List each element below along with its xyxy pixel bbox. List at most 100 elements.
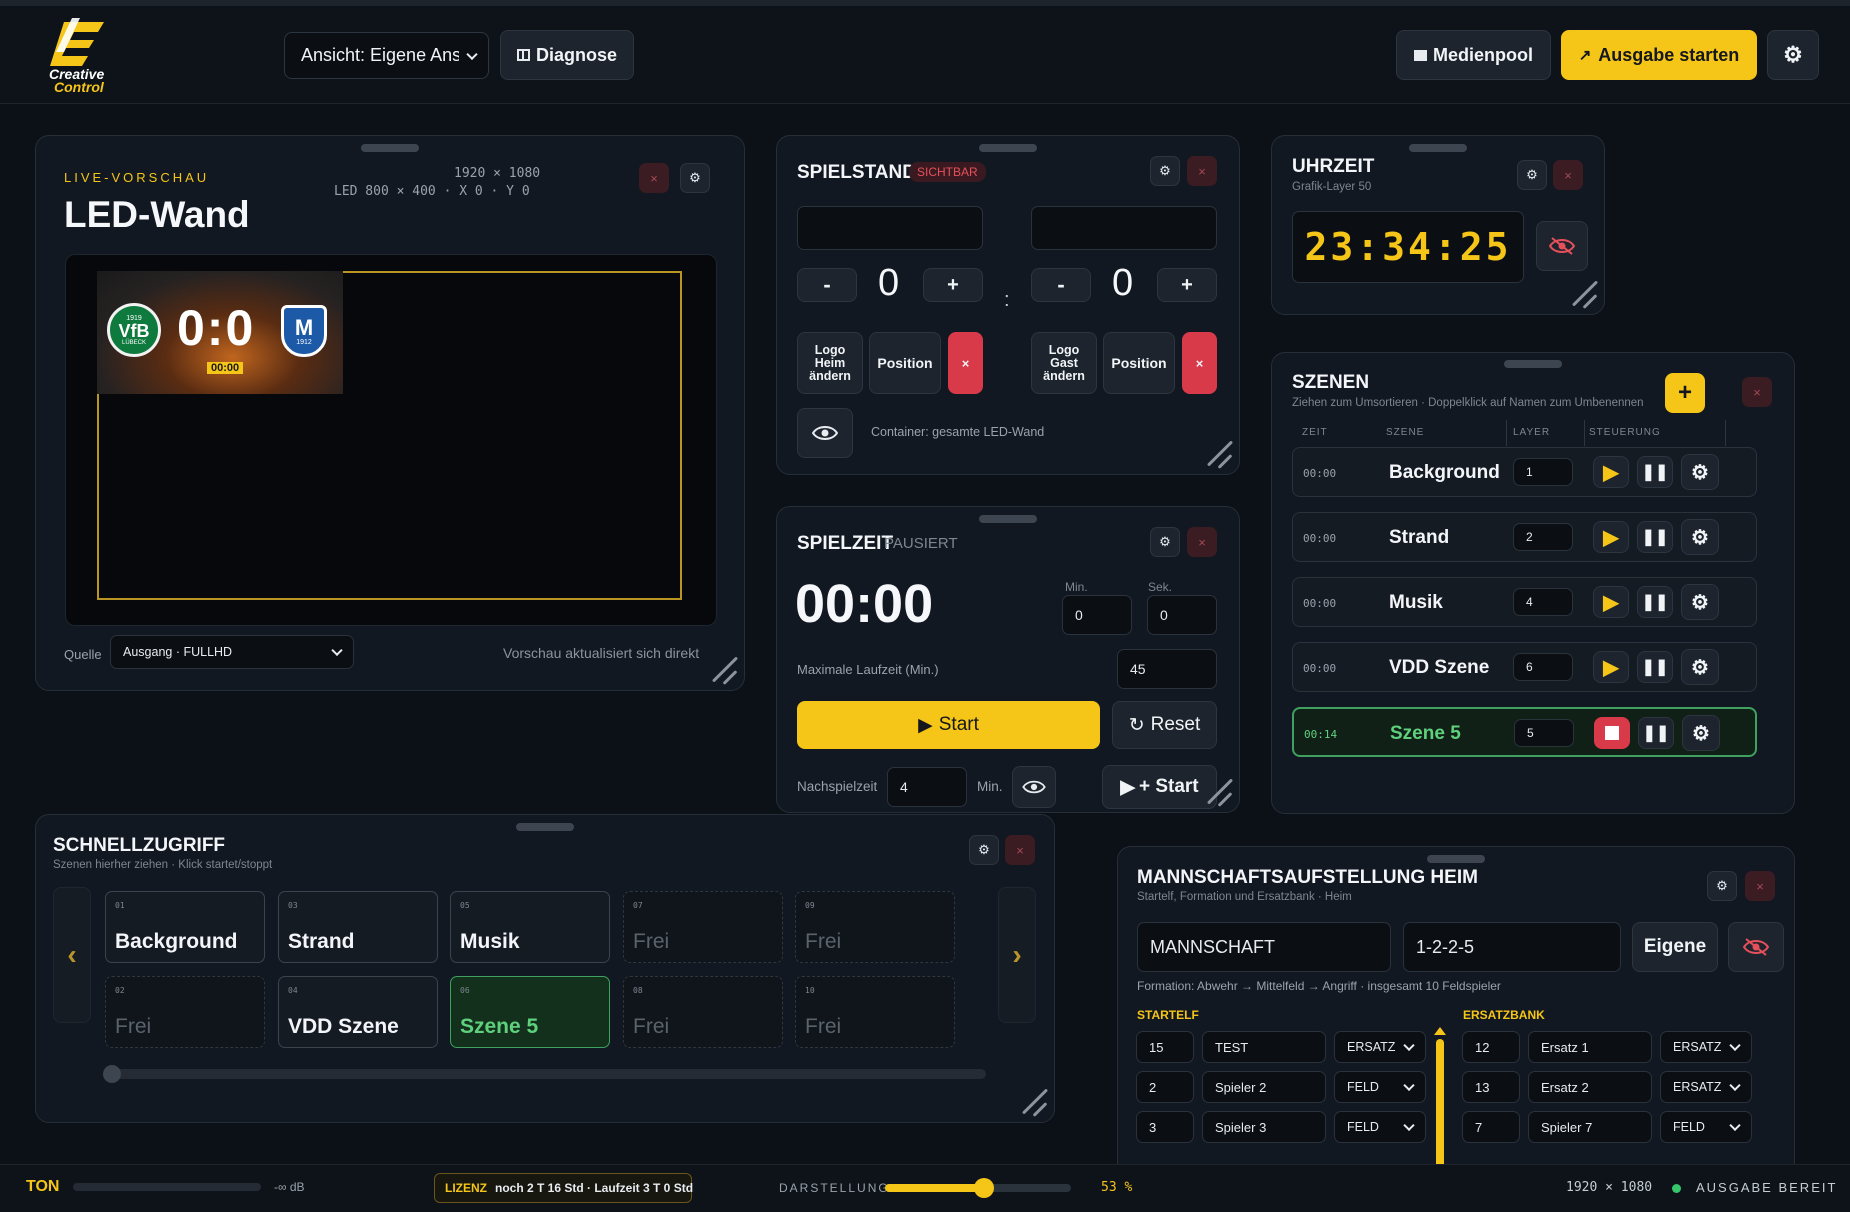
quick-slot[interactable]: 03 Strand (278, 891, 438, 963)
scene-layer-input[interactable]: 4 (1513, 588, 1573, 616)
scroll-track[interactable] (106, 1069, 986, 1079)
start-button[interactable]: ▶ Start (797, 701, 1100, 749)
quick-slot[interactable]: 06 Szene 5 (450, 976, 610, 1048)
player-name-input[interactable]: Ersatz 2 (1528, 1071, 1652, 1103)
close-button[interactable]: × (1742, 377, 1772, 407)
scene-name[interactable]: Background (1389, 462, 1500, 484)
away-remove-button[interactable]: × (1182, 332, 1217, 394)
player-name-input[interactable]: Ersatz 1 (1528, 1031, 1652, 1063)
scene-settings-button[interactable]: ⚙ (1681, 519, 1719, 555)
away-position-button[interactable]: Position (1103, 332, 1175, 394)
resize-handle[interactable] (1020, 1088, 1048, 1116)
add-scene-button[interactable]: + (1665, 373, 1705, 413)
player-number-input[interactable]: 15 (1136, 1031, 1194, 1063)
quick-slot[interactable]: 09 Frei (795, 891, 955, 963)
home-minus-button[interactable]: - (797, 268, 857, 302)
scene-name[interactable]: Szene 5 (1390, 723, 1461, 745)
quick-slot[interactable]: 10 Frei (795, 976, 955, 1048)
player-role-select[interactable]: ERSATZ (1334, 1031, 1426, 1063)
home-position-button[interactable]: Position (869, 332, 941, 394)
quick-slot[interactable]: 02 Frei (105, 976, 265, 1048)
panel-settings-button[interactable]: ⚙ (1150, 527, 1180, 557)
player-role-select[interactable]: ERSATZ (1660, 1031, 1752, 1063)
scene-row[interactable]: 00:00 VDD Szene 6 ▶ ❚❚ ⚙ (1292, 642, 1757, 692)
panel-settings-button[interactable]: ⚙ (1150, 156, 1180, 186)
player-number-input[interactable]: 7 (1462, 1111, 1520, 1143)
stop-button[interactable] (1594, 717, 1630, 749)
player-name-input[interactable]: Spieler 2 (1202, 1071, 1326, 1103)
quick-slot[interactable]: 04 VDD Szene (278, 976, 438, 1048)
scene-name[interactable]: VDD Szene (1389, 657, 1489, 679)
home-team-input[interactable] (797, 206, 983, 250)
play-button[interactable]: ▶ (1593, 521, 1629, 553)
darstellung-knob[interactable] (973, 1178, 994, 1198)
pause-button[interactable]: ❚❚ (1637, 651, 1673, 683)
scene-layer-input[interactable]: 2 (1513, 523, 1573, 551)
formation-input[interactable]: 1-2-2-5 (1403, 922, 1621, 972)
scene-settings-button[interactable]: ⚙ (1681, 649, 1719, 685)
quick-slot[interactable]: 01 Background (105, 891, 265, 963)
team-name-input[interactable]: MANNSCHAFT (1137, 922, 1391, 972)
lineup-scroll[interactable] (1436, 1039, 1444, 1177)
scene-name[interactable]: Strand (1389, 527, 1449, 549)
quick-slot[interactable]: 05 Musik (450, 891, 610, 963)
player-name-input[interactable]: Spieler 7 (1528, 1111, 1652, 1143)
panel-settings-button[interactable]: ⚙ (680, 163, 710, 193)
scene-row[interactable]: 00:14 Szene 5 5 ❚❚ ⚙ (1292, 707, 1757, 757)
quick-slot[interactable]: 07 Frei (623, 891, 783, 963)
medienpool-button[interactable]: Medienpool (1396, 30, 1551, 80)
scene-row[interactable]: 00:00 Background 1 ▶ ❚❚ ⚙ (1292, 447, 1757, 497)
prev-page-button[interactable]: ‹ (53, 887, 91, 1023)
resize-handle[interactable] (1570, 280, 1598, 308)
drag-handle[interactable] (516, 823, 574, 831)
pause-button[interactable]: ❚❚ (1638, 717, 1674, 749)
panel-settings-button[interactable]: ⚙ (1707, 871, 1737, 901)
eigene-button[interactable]: Eigene (1632, 922, 1718, 972)
scene-layer-input[interactable]: 5 (1514, 719, 1574, 747)
player-number-input[interactable]: 13 (1462, 1071, 1520, 1103)
darstellung-slider[interactable] (885, 1178, 1071, 1198)
scene-settings-button[interactable]: ⚙ (1682, 715, 1720, 751)
scene-settings-button[interactable]: ⚙ (1681, 454, 1719, 490)
play-button[interactable]: ▶ (1593, 456, 1629, 488)
player-role-select[interactable]: FELD (1660, 1111, 1752, 1143)
drag-handle[interactable] (1427, 855, 1485, 863)
source-select[interactable]: Ausgang · FULLHD (110, 635, 354, 669)
reset-button[interactable]: ↻ Reset (1112, 701, 1217, 749)
scene-layer-input[interactable]: 6 (1513, 653, 1573, 681)
scroll-up-icon[interactable] (1434, 1027, 1446, 1035)
close-button[interactable]: × (639, 163, 669, 193)
visibility-toggle[interactable] (1012, 766, 1056, 808)
pause-button[interactable]: ❚❚ (1637, 521, 1673, 553)
away-plus-button[interactable]: + (1157, 268, 1217, 302)
drag-handle[interactable] (1409, 144, 1467, 152)
resize-handle[interactable] (710, 656, 738, 684)
visibility-toggle[interactable] (1728, 922, 1784, 972)
max-runtime-input[interactable]: 45 (1117, 649, 1217, 689)
quick-slot[interactable]: 08 Frei (623, 976, 783, 1048)
home-plus-button[interactable]: + (923, 268, 983, 302)
player-role-select[interactable]: FELD (1334, 1111, 1426, 1143)
player-number-input[interactable]: 12 (1462, 1031, 1520, 1063)
resize-handle[interactable] (1205, 440, 1233, 468)
diagnose-button[interactable]: Diagnose (500, 30, 634, 80)
drag-handle[interactable] (979, 515, 1037, 523)
plus-start-button[interactable]: ▶ + Start (1102, 765, 1217, 809)
away-logo-button[interactable]: Logo Gast ändern (1031, 332, 1097, 394)
away-team-input[interactable] (1031, 206, 1217, 250)
view-select[interactable]: Ansicht: Eigene Ansicht (284, 32, 489, 79)
scene-name[interactable]: Musik (1389, 592, 1443, 614)
home-logo-button[interactable]: Logo Heim ändern (797, 332, 863, 394)
visibility-toggle[interactable] (1536, 221, 1588, 271)
next-page-button[interactable]: › (998, 887, 1036, 1023)
home-remove-button[interactable]: × (948, 332, 983, 394)
player-name-input[interactable]: Spieler 3 (1202, 1111, 1326, 1143)
close-button[interactable]: × (1187, 527, 1217, 557)
nachspielzeit-input[interactable]: 4 (887, 767, 967, 807)
player-role-select[interactable]: FELD (1334, 1071, 1426, 1103)
scene-settings-button[interactable]: ⚙ (1681, 584, 1719, 620)
pause-button[interactable]: ❚❚ (1637, 586, 1673, 618)
brand-logo[interactable]: Creative Control (44, 16, 124, 96)
ausgabe-starten-button[interactable]: ↗ Ausgabe starten (1561, 30, 1757, 80)
settings-button[interactable]: ⚙ (1767, 30, 1819, 80)
